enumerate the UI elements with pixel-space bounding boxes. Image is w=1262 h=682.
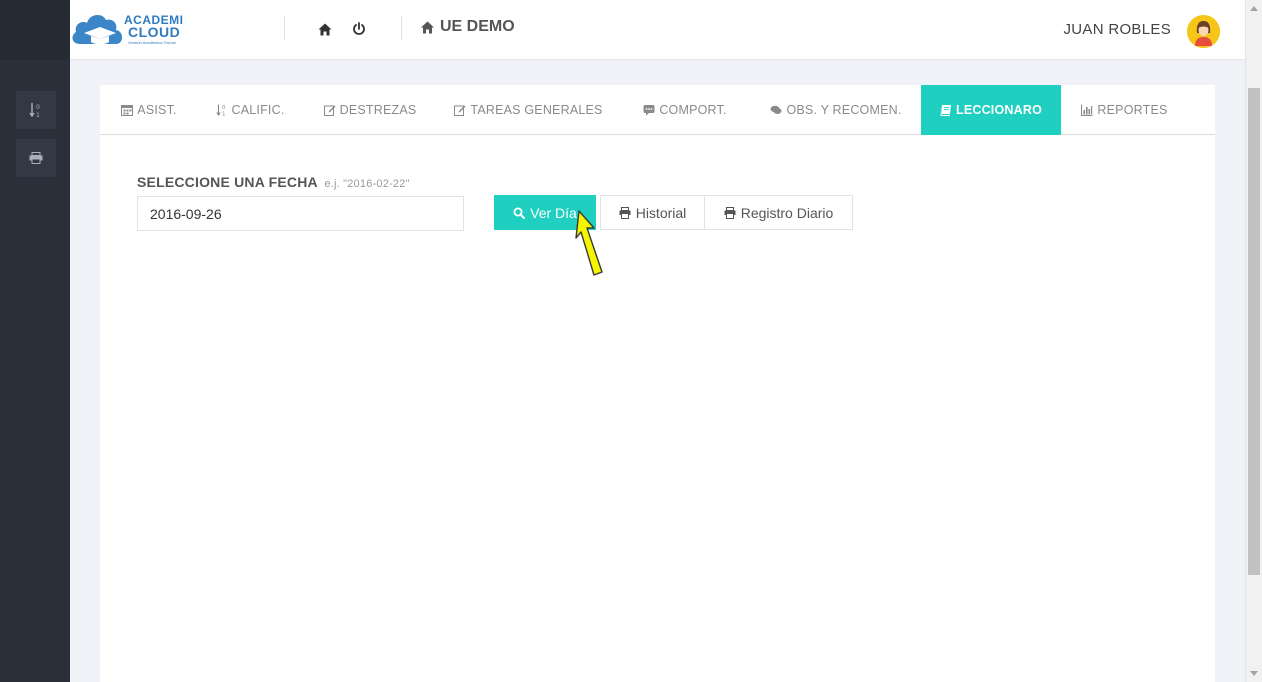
svg-text:0: 0 [36, 104, 40, 111]
tab-label: TAREAS GENERALES [470, 103, 603, 117]
brand-line-2: CLOUD [128, 24, 181, 40]
cursor-arrow-icon [575, 210, 603, 276]
tab-calificaciones[interactable]: 0 1 CALIFIC. [198, 85, 302, 135]
tab-observaciones[interactable]: OBS. Y RECOMEN. [751, 85, 921, 135]
edit-icon [323, 105, 336, 116]
page-scrollbar[interactable] [1245, 0, 1262, 682]
svg-text:1: 1 [222, 112, 226, 117]
home-icon[interactable] [314, 18, 336, 40]
book-icon [940, 105, 951, 116]
history-label: Historial [635, 204, 687, 221]
edit-icon [454, 105, 466, 116]
print-icon[interactable] [16, 139, 56, 177]
date-label-text: SELECCIONE UNA FECHA [137, 174, 318, 190]
avatar[interactable] [1187, 15, 1220, 48]
tab-label: REPORTES [1097, 103, 1168, 117]
tab-destrezas[interactable]: DESTREZAS [302, 85, 438, 135]
tab-leccionario[interactable]: LECCIONARO [921, 85, 1061, 135]
scroll-down-icon[interactable] [1250, 671, 1258, 676]
divider [284, 16, 285, 40]
comments-icon [770, 105, 782, 114]
tab-label: OBS. Y RECOMEN. [786, 103, 902, 117]
history-button[interactable]: Historial [600, 195, 705, 230]
date-input[interactable] [137, 196, 464, 231]
sort-numeric-icon: 0 1 [215, 104, 226, 117]
tab-label: COMPORT. [659, 103, 727, 117]
sidebar-top [0, 0, 70, 60]
scroll-up-icon[interactable] [1250, 6, 1258, 11]
tab-label: ASIST. [137, 103, 177, 117]
left-sidebar: 0 1 [0, 0, 70, 682]
svg-text:0: 0 [222, 105, 226, 111]
tab-label: DESTREZAS [339, 103, 417, 117]
tab-label: LECCIONARO [955, 103, 1043, 117]
home-icon [421, 21, 434, 33]
search-icon [513, 207, 526, 219]
scrollbar-thumb[interactable] [1248, 88, 1260, 575]
divider [401, 16, 402, 40]
tab-bar: ASIST. 0 1 CALIFIC. DESTREZAS TAREAS GEN… [100, 85, 1215, 135]
svg-text:1: 1 [36, 112, 40, 118]
school-name-label: UE DEMO [440, 18, 515, 35]
daily-register-button[interactable]: Registro Diario [704, 195, 853, 230]
brand-tagline: Gestión Académica OnLine [128, 40, 177, 45]
power-icon[interactable] [348, 18, 370, 40]
date-hint: e.j. "2016-02-22" [324, 178, 410, 190]
tab-label: CALIFIC. [231, 103, 285, 117]
top-bar: ACADEMI CLOUD Gestión Académica OnLine U… [70, 0, 1245, 60]
user-name[interactable]: JUAN ROBLES [1064, 21, 1172, 38]
tab-comportamiento[interactable]: COMPORT. [619, 85, 751, 135]
tab-reportes[interactable]: REPORTES [1061, 85, 1188, 135]
cloud-logo-icon [72, 14, 122, 45]
bar-chart-icon [1081, 104, 1093, 116]
logo[interactable]: ACADEMI CLOUD Gestión Académica OnLine [70, 6, 190, 52]
calendar-icon [121, 105, 134, 116]
daily-register-label: Registro Diario [740, 204, 834, 221]
comment-icon [643, 105, 655, 116]
sort-numeric-icon[interactable]: 0 1 [16, 91, 56, 129]
view-day-label: Ver Día [530, 204, 577, 221]
school-name[interactable]: UE DEMO [420, 18, 515, 36]
print-icon [724, 206, 736, 219]
tab-asistencia[interactable]: ASIST. [100, 85, 198, 135]
main-panel: ASIST. 0 1 CALIFIC. DESTREZAS TAREAS GEN… [100, 85, 1215, 682]
tab-tareas-generales[interactable]: TAREAS GENERALES [438, 85, 619, 135]
date-form-label: SELECCIONE UNA FECHA e.j. "2016-02-22" [137, 174, 410, 190]
print-icon [619, 206, 631, 219]
user-avatar-icon [1187, 15, 1220, 48]
